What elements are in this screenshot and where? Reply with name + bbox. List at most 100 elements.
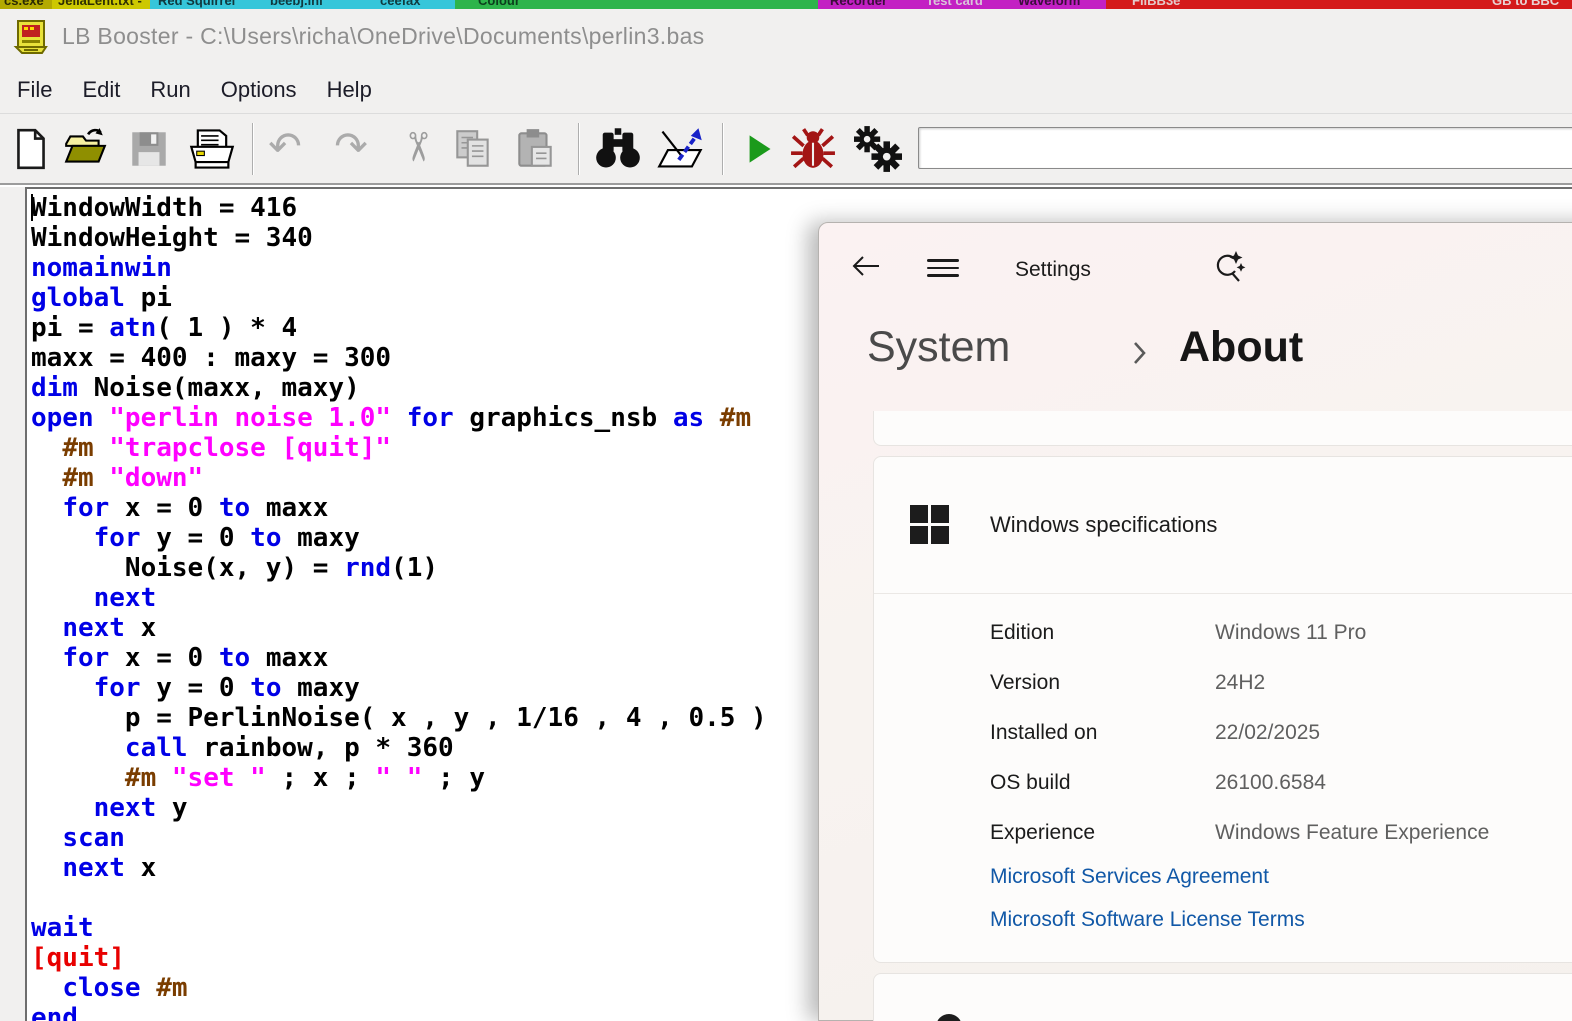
spec-rows: EditionWindows 11 ProVersion24H2Installe… [874,609,1572,859]
back-arrow-icon[interactable] [851,253,881,279]
breadcrumb-system[interactable]: System [867,323,1010,372]
code-line: for x = 0 to maxx [31,493,767,523]
scrolled-card-bottom [873,411,1572,446]
code-line: for x = 0 to maxx [31,643,767,673]
find-button[interactable] [590,125,646,173]
code-line: close #m [31,973,767,1003]
run-icon [736,125,782,173]
strip-window-label[interactable]: Waveform [1018,0,1080,9]
strip-window-label[interactable]: GB to BBC [1492,0,1559,9]
cut-scissors-icon: ✂ [395,124,439,170]
link-microsoft-services-agreement[interactable]: Microsoft Services Agreement [990,865,1305,889]
partial-card-icon [936,1014,962,1021]
breadcrumb: System About [867,323,1567,385]
run-button[interactable] [736,125,782,173]
code-line: scan [31,823,767,853]
windows-logo-icon [910,505,949,544]
debug-bug-icon [790,125,836,173]
code-line: next x [31,853,767,883]
code-line: open "perlin noise 1.0" for graphics_nsb… [31,403,767,433]
settings-title: Settings [1015,258,1091,282]
menu-help[interactable]: Help [312,77,387,103]
toolbar-separator [252,123,254,175]
spec-row: OS build26100.6584 [874,759,1572,809]
menu-bar: FileEditRunOptionsHelp [0,66,1572,114]
code-line: #m "down" [31,463,767,493]
code-line: [quit] [31,943,767,973]
ai-search-icon[interactable] [1211,249,1247,285]
code-line: end [31,1003,767,1021]
toolbar-input[interactable] [918,127,1572,169]
spec-value: 22/02/2025 [1215,721,1320,745]
code-line: Noise(x, y) = rnd(1) [31,553,767,583]
menu-edit[interactable]: Edit [67,77,135,103]
strip-window-label[interactable]: cs.exe [4,0,44,9]
windows-specifications-card: Windows specifications EditionWindows 11… [873,456,1572,963]
copy-icon [450,125,496,173]
strip-window-label[interactable]: ceefax [380,0,420,9]
code-line: nomainwin [31,253,767,283]
chevron-right-icon [1133,341,1147,365]
compile-gears-icon [850,125,906,173]
code-line [31,883,767,913]
debug-button[interactable] [790,125,836,173]
code-line: WindowWidth = 416 [31,193,767,223]
strip-window-label[interactable]: Red Squirrel [158,0,235,9]
code-line: next [31,583,767,613]
next-card-partial [873,973,1572,1021]
menu-options[interactable]: Options [206,77,312,103]
settings-window: Settings System About Windows specificat… [818,222,1572,1021]
undo-button[interactable]: ↶ [262,125,308,173]
link-microsoft-software-license-terms[interactable]: Microsoft Software License Terms [990,908,1305,932]
redo-button[interactable]: ↷ [328,125,374,173]
open-folder-icon [62,125,108,173]
strip-window-label[interactable]: FliBB3e [1132,0,1180,9]
title-bar[interactable]: LB Booster - C:\Users\richa\OneDrive\Doc… [0,9,1572,66]
spec-links: Microsoft Services Agreement Microsoft So… [990,865,1305,951]
paste-button[interactable] [512,125,558,173]
code-line: global pi [31,283,767,313]
code-line: maxx = 400 : maxy = 300 [31,343,767,373]
code-line: p = PerlinNoise( x , y , 1/16 , 4 , 0.5 … [31,703,767,733]
code-line: for y = 0 to maxy [31,523,767,553]
toolbar-separator [578,123,580,175]
settings-header: Settings [819,223,1572,303]
spec-card-title: Windows specifications [990,512,1217,538]
toolbar-separator [722,123,724,175]
goto-button[interactable] [652,125,710,173]
cut-button[interactable]: ✂ [394,125,440,173]
spec-row: EditionWindows 11 Pro [874,609,1572,659]
copy-button[interactable] [450,125,496,173]
screen: cs.exe JellaLent.txt - Red Squirrel beebj.i… [0,0,1572,1021]
spec-value: Windows 11 Pro [1215,621,1366,645]
spec-row: Installed on22/02/2025 [874,709,1572,759]
save-button[interactable] [126,125,172,173]
window-title: LB Booster - C:\Users\richa\OneDrive\Doc… [62,23,704,50]
breadcrumb-about: About [1179,323,1303,372]
print-button[interactable] [184,125,240,173]
app-icon [12,17,50,57]
strip-window-label[interactable]: Test card [926,0,983,9]
strip-window-label[interactable]: beebj.ini [270,0,323,9]
code-line: wait [31,913,767,943]
toolbar: ↶ ↷ ✂ [0,115,1572,185]
code-line: dim Noise(maxx, maxy) [31,373,767,403]
spec-card-header: Windows specifications [874,457,1572,594]
find-binoculars-icon [590,125,646,173]
strip-window-label[interactable]: Colour [478,0,520,9]
navigation-menu-icon[interactable] [927,259,959,277]
spec-value: 24H2 [1215,671,1265,695]
menu-file[interactable]: File [2,77,67,103]
spec-value: Windows Feature Experience [1215,821,1489,845]
save-floppy-icon [126,125,172,173]
code-line: next y [31,793,767,823]
spec-label: OS build [990,771,1071,795]
open-file-button[interactable] [62,125,108,173]
redo-icon: ↷ [328,125,374,169]
strip-window-label[interactable]: JellaLent.txt - [58,0,142,9]
print-icon [184,125,240,173]
menu-run[interactable]: Run [135,77,205,103]
compile-button[interactable] [850,125,906,173]
new-file-button[interactable] [8,125,54,173]
strip-window-label[interactable]: Recorder [830,0,887,9]
